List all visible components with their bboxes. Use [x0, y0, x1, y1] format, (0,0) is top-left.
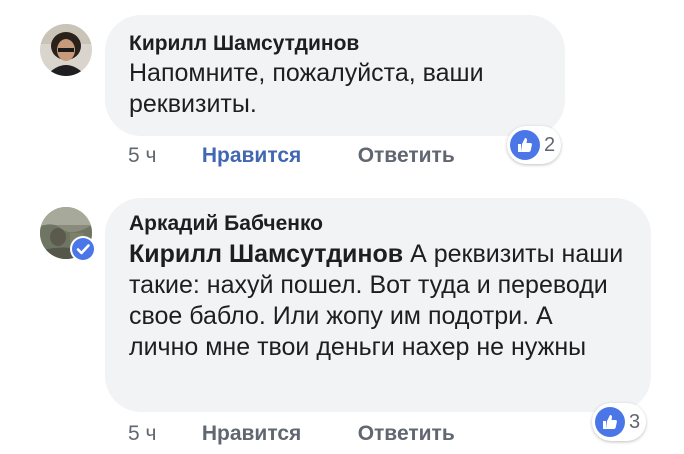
comment-bubble: Аркадий Бабченко Кирилл Шамсутдинов А ре…	[105, 198, 651, 412]
reaction-count: 3	[629, 410, 641, 433]
verified-badge	[70, 236, 96, 262]
checkmark-icon	[72, 238, 94, 260]
mention-link[interactable]: Кирилл Шамсутдинов	[129, 240, 403, 268]
comment-author[interactable]: Аркадий Бабченко	[129, 211, 627, 237]
comment-actions: 5 ч Нравится Ответить	[128, 421, 455, 447]
like-button[interactable]: Нравится	[202, 421, 352, 447]
comment-text: Кирилл Шамсутдинов А реквизиты наши таки…	[129, 239, 627, 363]
comment: Аркадий Бабченко Кирилл Шамсутдинов А ре…	[0, 0, 684, 454]
timestamp[interactable]: 5 ч	[128, 421, 196, 447]
reaction-summary[interactable]: 3	[592, 403, 647, 441]
thumbs-up-icon	[595, 407, 625, 437]
reply-button[interactable]: Ответить	[358, 421, 455, 447]
